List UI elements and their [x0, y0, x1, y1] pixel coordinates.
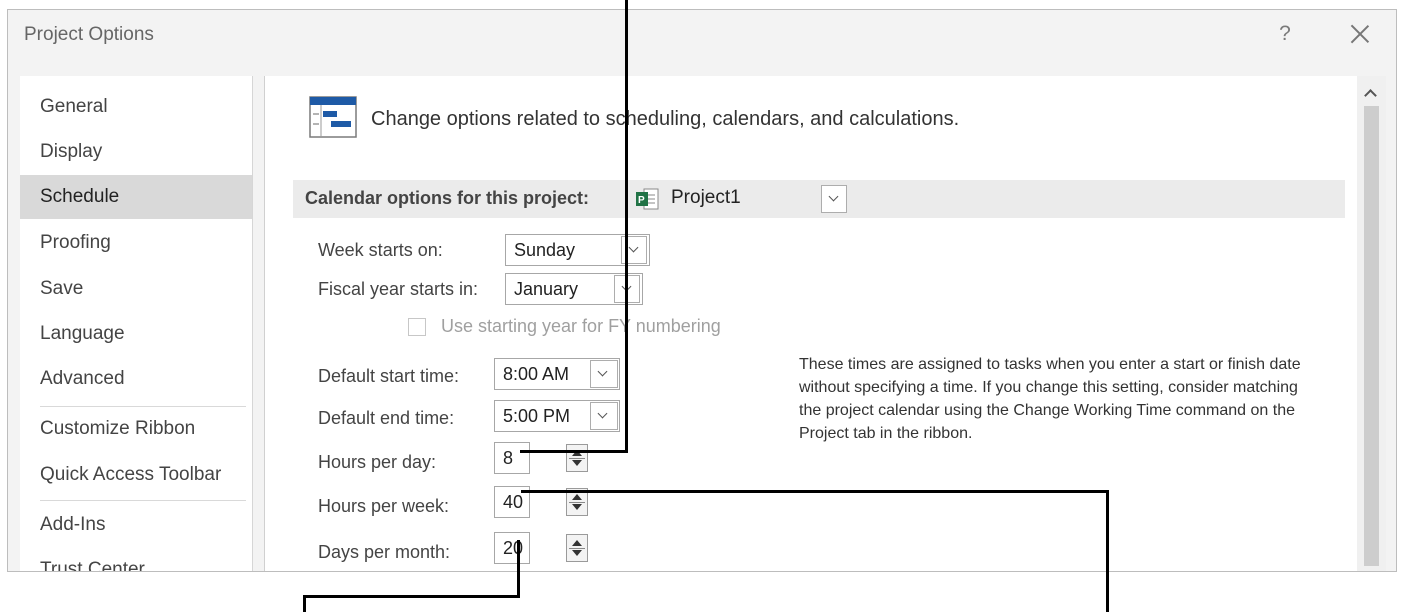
project-file-icon: P — [636, 188, 659, 210]
project-name: Project1 — [671, 187, 741, 208]
sidebar-item-quick-access-toolbar[interactable]: Quick Access Toolbar — [20, 453, 252, 497]
schedule-gantt-icon — [309, 96, 357, 138]
fy-numbering-label: Use starting year for FY numbering — [441, 316, 721, 336]
sidebar-item-proofing[interactable]: Proofing — [20, 221, 252, 265]
callout-line — [521, 490, 1109, 493]
sidebar-item-add-ins[interactable]: Add-Ins — [20, 503, 252, 547]
sidebar-item-language[interactable]: Language — [20, 312, 252, 356]
days-per-month-input[interactable]: 20 — [494, 532, 530, 564]
sidebar-item-display[interactable]: Display — [20, 130, 252, 174]
hours-per-day-spinner[interactable] — [566, 444, 588, 472]
fiscal-year-select[interactable]: January — [505, 273, 643, 305]
fy-numbering-checkbox[interactable] — [408, 318, 426, 336]
default-start-label: Default start time: — [318, 366, 460, 386]
help-button[interactable]: ? — [1272, 20, 1298, 48]
page-heading: Change options related to scheduling, ca… — [371, 108, 960, 130]
svg-text:P: P — [638, 195, 645, 206]
spin-down-icon[interactable] — [572, 550, 582, 556]
sidebar-divider — [40, 500, 246, 501]
scrollbar-thumb[interactable] — [1364, 106, 1379, 566]
options-content: Change options related to scheduling, ca… — [264, 76, 1358, 571]
hours-per-week-label: Hours per week: — [318, 496, 450, 516]
fiscal-year-label: Fiscal year starts in: — [318, 279, 479, 299]
callout-line — [625, 0, 628, 452]
spin-up-icon[interactable] — [572, 494, 582, 500]
scroll-up-icon[interactable] — [1361, 84, 1381, 104]
dialog-title: Project Options — [24, 24, 154, 45]
sidebar-item-trust-center[interactable]: Trust Center — [20, 548, 252, 571]
sidebar-item-save[interactable]: Save — [20, 267, 252, 311]
project-options-dialog: Project Options ? General Display Schedu… — [7, 9, 1397, 572]
close-icon[interactable] — [1346, 20, 1374, 48]
sidebar-item-general[interactable]: General — [20, 85, 252, 129]
default-end-select[interactable]: 5:00 PM — [494, 400, 620, 432]
calendar-options-bar: Calendar options for this project: P Pro… — [293, 180, 1345, 218]
week-starts-select[interactable]: Sunday — [505, 234, 650, 266]
default-start-select[interactable]: 8:00 AM — [494, 358, 620, 390]
callout-line — [303, 595, 520, 598]
callout-line — [303, 595, 306, 612]
vertical-scrollbar[interactable] — [1357, 76, 1386, 571]
sidebar: General Display Schedule Proofing Save L… — [20, 76, 253, 571]
days-per-month-label: Days per month: — [318, 542, 451, 562]
callout-line — [517, 540, 520, 597]
spin-down-icon[interactable] — [572, 504, 582, 510]
spin-down-icon[interactable] — [572, 460, 582, 466]
times-description: These times are assigned to tasks when y… — [799, 356, 1301, 442]
project-select[interactable]: P Project1 — [633, 184, 847, 214]
sidebar-item-schedule[interactable]: Schedule — [20, 175, 252, 219]
chevron-down-icon[interactable] — [821, 185, 847, 213]
spin-up-icon[interactable] — [572, 540, 582, 546]
default-end-label: Default end time: — [318, 408, 455, 428]
callout-line — [520, 450, 628, 453]
section-label: Calendar options for this project: — [305, 188, 590, 208]
hours-per-day-input[interactable]: 8 — [494, 442, 530, 474]
chevron-down-icon[interactable] — [590, 360, 618, 388]
hours-per-day-label: Hours per day: — [318, 452, 437, 472]
callout-line — [1106, 490, 1109, 612]
sidebar-item-customize-ribbon[interactable]: Customize Ribbon — [20, 407, 252, 451]
chevron-down-icon[interactable] — [590, 402, 618, 430]
sidebar-item-advanced[interactable]: Advanced — [20, 357, 252, 401]
days-per-month-spinner[interactable] — [566, 534, 588, 562]
week-starts-label: Week starts on: — [318, 240, 443, 260]
